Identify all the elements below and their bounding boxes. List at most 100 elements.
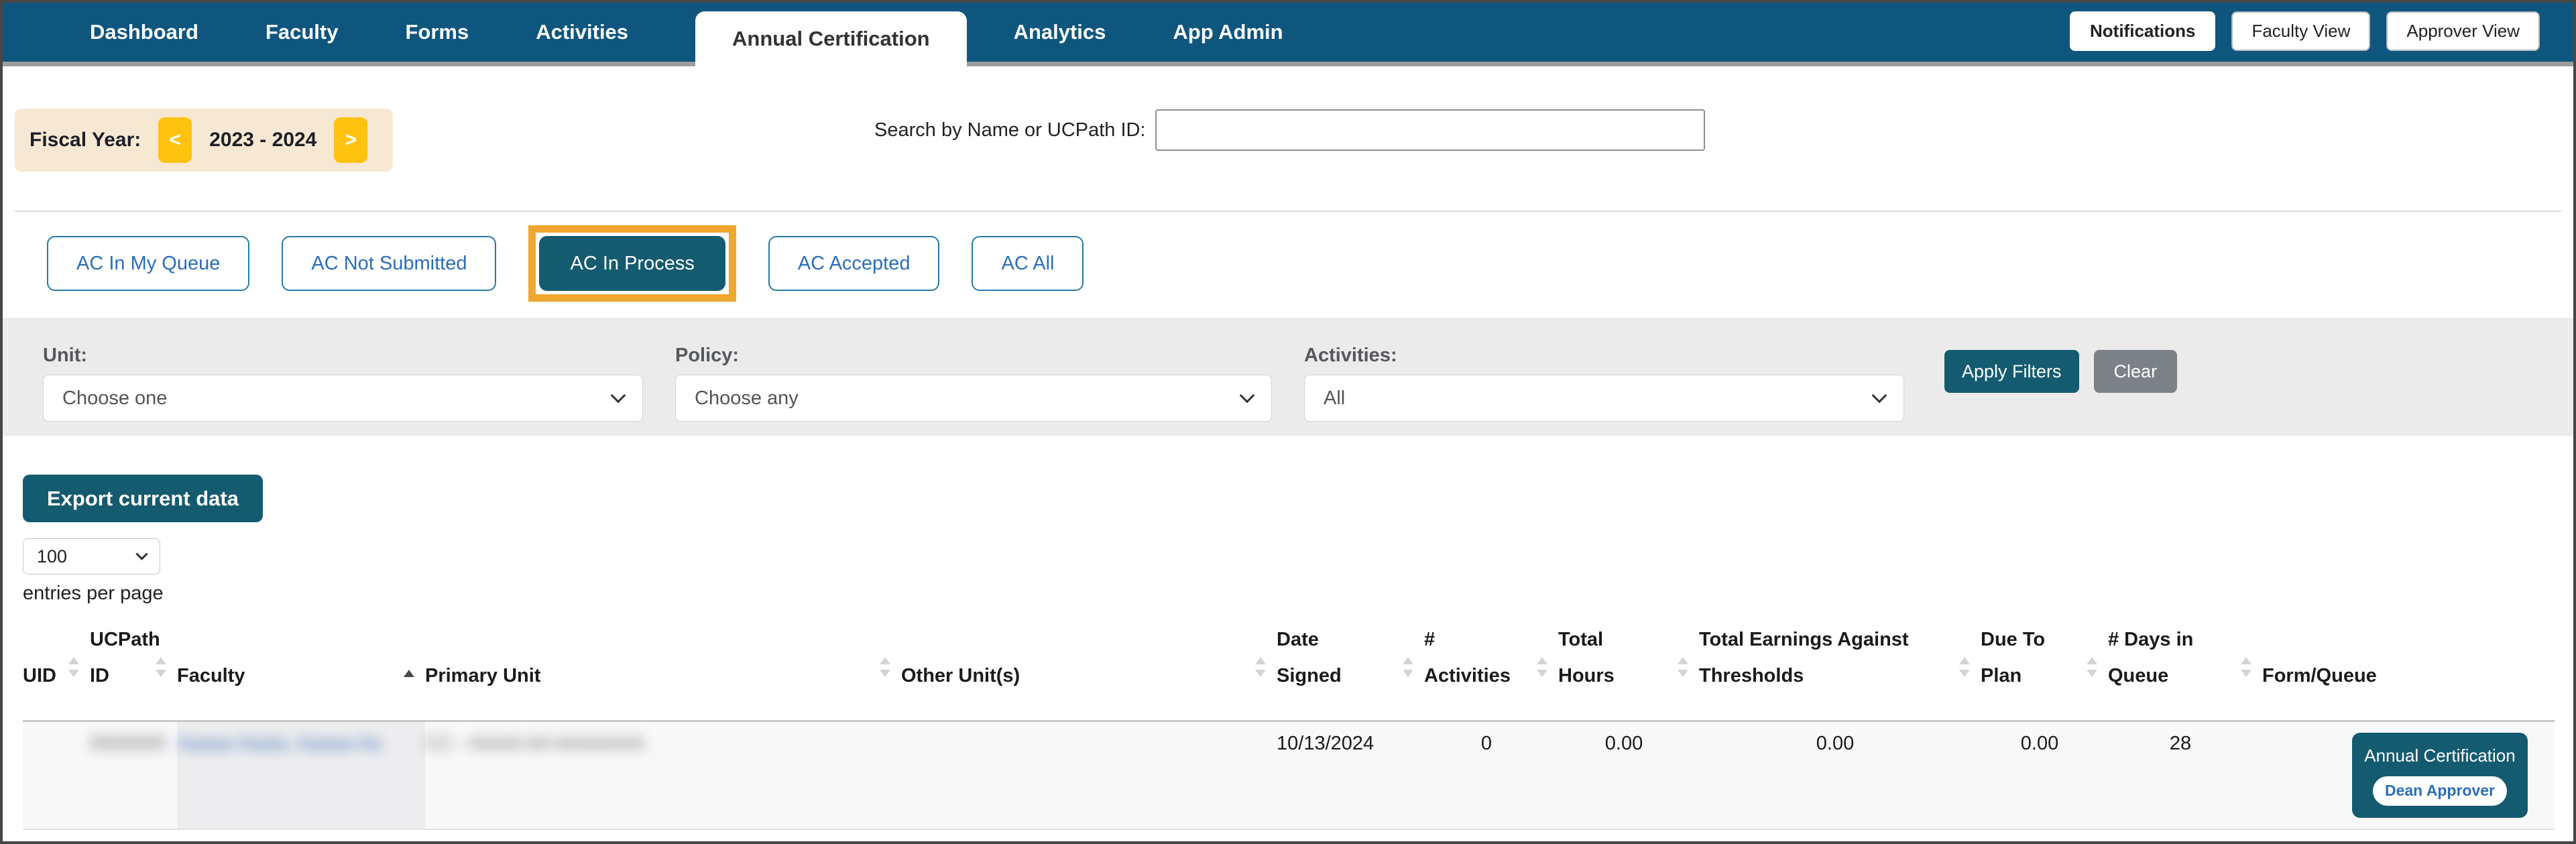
tab-ac-not-submitted[interactable]: AC Not Submitted bbox=[282, 236, 496, 291]
notifications-button[interactable]: Notifications bbox=[2070, 11, 2215, 51]
tab-dashboard[interactable]: Dashboard bbox=[90, 20, 198, 44]
annual-certification-form-button[interactable]: Annual Certification Dean Approver bbox=[2352, 733, 2528, 818]
apply-filters-button[interactable]: Apply Filters bbox=[1944, 350, 2079, 393]
tab-analytics[interactable]: Analytics bbox=[1014, 20, 1106, 44]
sort-icon bbox=[1403, 657, 1413, 677]
top-nav: Dashboard Faculty Forms Activities Annua… bbox=[3, 3, 2573, 66]
column-header-num-activities[interactable]: # Activities bbox=[1424, 619, 1558, 721]
column-header-ucpath-id[interactable]: UCPath ID bbox=[90, 619, 177, 721]
cell-days-in-queue: 28 bbox=[2108, 721, 2262, 829]
redacted-ucpath-id: 0000000 bbox=[90, 733, 166, 754]
fiscal-year-label: Fiscal Year: bbox=[30, 129, 141, 152]
fiscal-search-row: Fiscal Year: < 2023 - 2024 > Search by N… bbox=[3, 109, 2573, 172]
tab-ac-in-my-queue[interactable]: AC In My Queue bbox=[47, 236, 249, 291]
column-header-primary-unit[interactable]: Primary Unit bbox=[425, 619, 901, 721]
tab-ac-all[interactable]: AC All bbox=[972, 236, 1084, 291]
policy-label: Policy: bbox=[675, 345, 1272, 367]
column-header-date-signed[interactable]: Date Signed bbox=[1277, 619, 1424, 721]
activities-select-value: All bbox=[1324, 387, 1345, 410]
sort-icon bbox=[2241, 657, 2251, 677]
search-label: Search by Name or UCPath ID: bbox=[874, 119, 1146, 141]
fiscal-year-picker: Fiscal Year: < 2023 - 2024 > bbox=[15, 109, 393, 172]
filter-buttons: Apply Filters Clear bbox=[1944, 350, 2177, 393]
chevron-down-icon bbox=[135, 548, 148, 560]
chevron-down-icon bbox=[1240, 388, 1255, 404]
queue-status-badge: Dean Approver bbox=[2373, 776, 2507, 805]
fiscal-year-next-button[interactable]: > bbox=[334, 117, 367, 163]
tab-faculty[interactable]: Faculty bbox=[266, 20, 339, 44]
page-size-value: 100 bbox=[37, 546, 67, 567]
highlight-box: AC In Process bbox=[528, 225, 736, 302]
sort-icon bbox=[1959, 657, 1970, 677]
cell-ucpath-id: 0000000 bbox=[90, 721, 177, 829]
chevron-down-icon bbox=[611, 388, 626, 404]
clear-filters-button[interactable]: Clear bbox=[2094, 350, 2178, 393]
fiscal-year-prev-button[interactable]: < bbox=[158, 117, 192, 163]
tab-annual-certification[interactable]: Annual Certification bbox=[695, 11, 967, 66]
column-header-uid[interactable]: UID bbox=[23, 619, 90, 721]
cell-uid bbox=[23, 721, 90, 829]
section-divider bbox=[15, 210, 2561, 212]
column-header-days-in-queue[interactable]: # Days in Queue bbox=[2108, 619, 2262, 721]
tab-forms[interactable]: Forms bbox=[405, 20, 469, 44]
policy-filter-group: Policy: Choose any bbox=[675, 345, 1272, 422]
status-filter-tabs: AC In My Queue AC Not Submitted AC In Pr… bbox=[47, 225, 2573, 302]
nav-bottom-divider bbox=[3, 62, 2573, 66]
activities-filter-group: Activities: All bbox=[1304, 345, 1904, 422]
unit-filter-group: Unit: Choose one bbox=[43, 345, 643, 422]
approver-view-button[interactable]: Approver View bbox=[2386, 11, 2540, 51]
cell-num-activities: 0 bbox=[1424, 721, 1558, 829]
fiscal-year-value: 2023 - 2024 bbox=[209, 129, 316, 152]
cell-due-to-plan: 0.00 bbox=[1981, 721, 2108, 829]
cell-total-earnings: 0.00 bbox=[1699, 721, 1981, 829]
cell-faculty: Aaaaa Aaaia, Aaaaa Aa bbox=[177, 721, 425, 829]
unit-label: Unit: bbox=[43, 345, 643, 367]
policy-select[interactable]: Choose any bbox=[675, 375, 1272, 422]
column-header-total-hours[interactable]: Total Hours bbox=[1558, 619, 1699, 721]
cell-primary-unit: CC - AAAA AA AAAAAAA bbox=[425, 721, 901, 829]
table-header-row: UID UCPath ID Faculty Primary Unit Other… bbox=[23, 619, 2555, 721]
activities-label: Activities: bbox=[1304, 345, 1904, 367]
app-window: Dashboard Faculty Forms Activities Annua… bbox=[0, 0, 2576, 844]
table-row: 0000000 Aaaaa Aaaia, Aaaaa Aa CC - AAAA … bbox=[23, 721, 2555, 829]
column-header-other-units[interactable]: Other Unit(s) bbox=[901, 619, 1277, 721]
tab-app-admin[interactable]: App Admin bbox=[1173, 20, 1283, 44]
export-current-data-button[interactable]: Export current data bbox=[23, 475, 263, 522]
sort-icon bbox=[156, 657, 166, 677]
sort-icon bbox=[68, 657, 79, 677]
search-area: Search by Name or UCPath ID: bbox=[874, 109, 1705, 152]
cell-other-units bbox=[901, 721, 1277, 829]
chevron-left-icon: < bbox=[169, 129, 181, 152]
cell-total-hours: 0.00 bbox=[1558, 721, 1699, 829]
page-size-select[interactable]: 100 bbox=[23, 538, 160, 575]
sort-icon bbox=[2087, 657, 2097, 677]
column-header-total-earnings[interactable]: Total Earnings Against Thresholds bbox=[1699, 619, 1981, 721]
search-input[interactable] bbox=[1155, 109, 1705, 151]
sort-icon bbox=[880, 657, 890, 677]
tab-ac-in-process[interactable]: AC In Process bbox=[539, 236, 725, 291]
tab-ac-accepted[interactable]: AC Accepted bbox=[768, 236, 940, 291]
policy-select-value: Choose any bbox=[695, 387, 799, 410]
sort-icon bbox=[1537, 657, 1547, 677]
faculty-name-link[interactable]: Aaaaa Aaaia, Aaaaa Aa bbox=[177, 733, 382, 755]
cell-date-signed: 10/13/2024 bbox=[1277, 721, 1424, 829]
filter-panel: Unit: Choose one Policy: Choose any Acti… bbox=[3, 318, 2573, 436]
sort-icon bbox=[1255, 657, 1266, 677]
column-header-form-queue[interactable]: Form/Queue bbox=[2262, 619, 2555, 721]
activities-select[interactable]: All bbox=[1304, 375, 1904, 422]
unit-select-value: Choose one bbox=[62, 387, 167, 410]
tab-activities[interactable]: Activities bbox=[536, 20, 628, 44]
unit-select[interactable]: Choose one bbox=[43, 375, 643, 422]
column-header-faculty[interactable]: Faculty bbox=[177, 619, 425, 721]
entries-per-page-label: entries per page bbox=[23, 583, 2573, 605]
faculty-view-button[interactable]: Faculty View bbox=[2231, 11, 2370, 51]
annual-certification-table: UID UCPath ID Faculty Primary Unit Other… bbox=[23, 619, 2555, 830]
sort-icon bbox=[1678, 657, 1688, 677]
column-header-due-to-plan[interactable]: Due To Plan bbox=[1981, 619, 2108, 721]
nav-action-buttons: Notifications Faculty View Approver View bbox=[2070, 11, 2540, 51]
redacted-primary-unit: CC - AAAA AA AAAAAAA bbox=[425, 733, 644, 754]
form-button-label: Annual Certification bbox=[2364, 743, 2515, 769]
sort-asc-icon bbox=[404, 670, 414, 677]
chevron-down-icon bbox=[1872, 388, 1887, 404]
chevron-right-icon: > bbox=[345, 129, 357, 152]
